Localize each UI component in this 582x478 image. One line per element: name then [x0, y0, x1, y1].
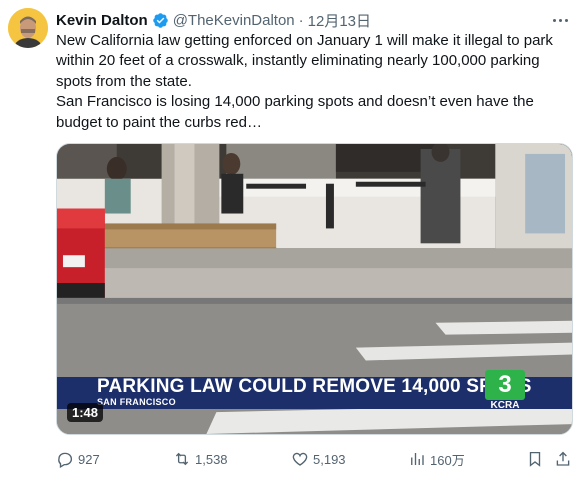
tweet-text: New California law getting enforced on J… — [56, 31, 574, 133]
action-bar: 927 1,538 5,193 160万 — [56, 448, 576, 470]
bookmark-button[interactable] — [526, 448, 548, 470]
share-button[interactable] — [554, 448, 576, 470]
reply-count: 927 — [78, 451, 100, 467]
views-button[interactable]: 160万 — [408, 448, 465, 470]
reply-icon — [58, 452, 73, 468]
tweet-paragraph-1: New California law getting enforced on J… — [56, 32, 553, 90]
separator-dot: · — [298, 11, 304, 29]
video-duration: 1:48 — [67, 403, 104, 422]
news-headline: PARKING LAW COULD REMOVE 14,000 SPOTS — [97, 376, 532, 397]
verified-badge-icon — [152, 12, 168, 28]
repost-count: 1,538 — [195, 451, 228, 467]
news-location: SAN FRANCISCO — [97, 397, 176, 407]
tweet-card: Kevin Dalton @TheKevinDalton · 12月13日 Ne… — [0, 0, 582, 478]
avatar[interactable] — [8, 8, 48, 48]
like-button[interactable]: 5,193 — [291, 448, 346, 470]
like-icon — [292, 452, 308, 466]
tweet-date[interactable]: 12月13日 — [308, 10, 371, 31]
like-count: 5,193 — [313, 451, 346, 467]
kcra-logo: 3 KCRA — [485, 370, 525, 412]
video-player[interactable]: PARKING LAW COULD REMOVE 14,000 SPOTS SA… — [56, 143, 573, 435]
author-name[interactable]: Kevin Dalton — [56, 12, 148, 29]
repost-button[interactable]: 1,538 — [173, 448, 228, 470]
bookmark-icon — [529, 451, 541, 467]
author-handle[interactable]: @TheKevinDalton — [173, 12, 295, 29]
channel-callsign: KCRA — [490, 400, 520, 411]
more-icon[interactable] — [548, 10, 572, 30]
views-count: 160万 — [430, 452, 465, 468]
views-icon — [411, 453, 424, 465]
reply-button[interactable]: 927 — [56, 448, 100, 470]
share-icon — [556, 451, 570, 466]
tweet-header: Kevin Dalton @TheKevinDalton · 12月13日 — [56, 10, 572, 30]
channel-number: 3 — [485, 370, 525, 400]
repost-icon — [175, 452, 189, 466]
tweet-paragraph-2: San Francisco is losing 14,000 parking s… — [56, 93, 534, 131]
